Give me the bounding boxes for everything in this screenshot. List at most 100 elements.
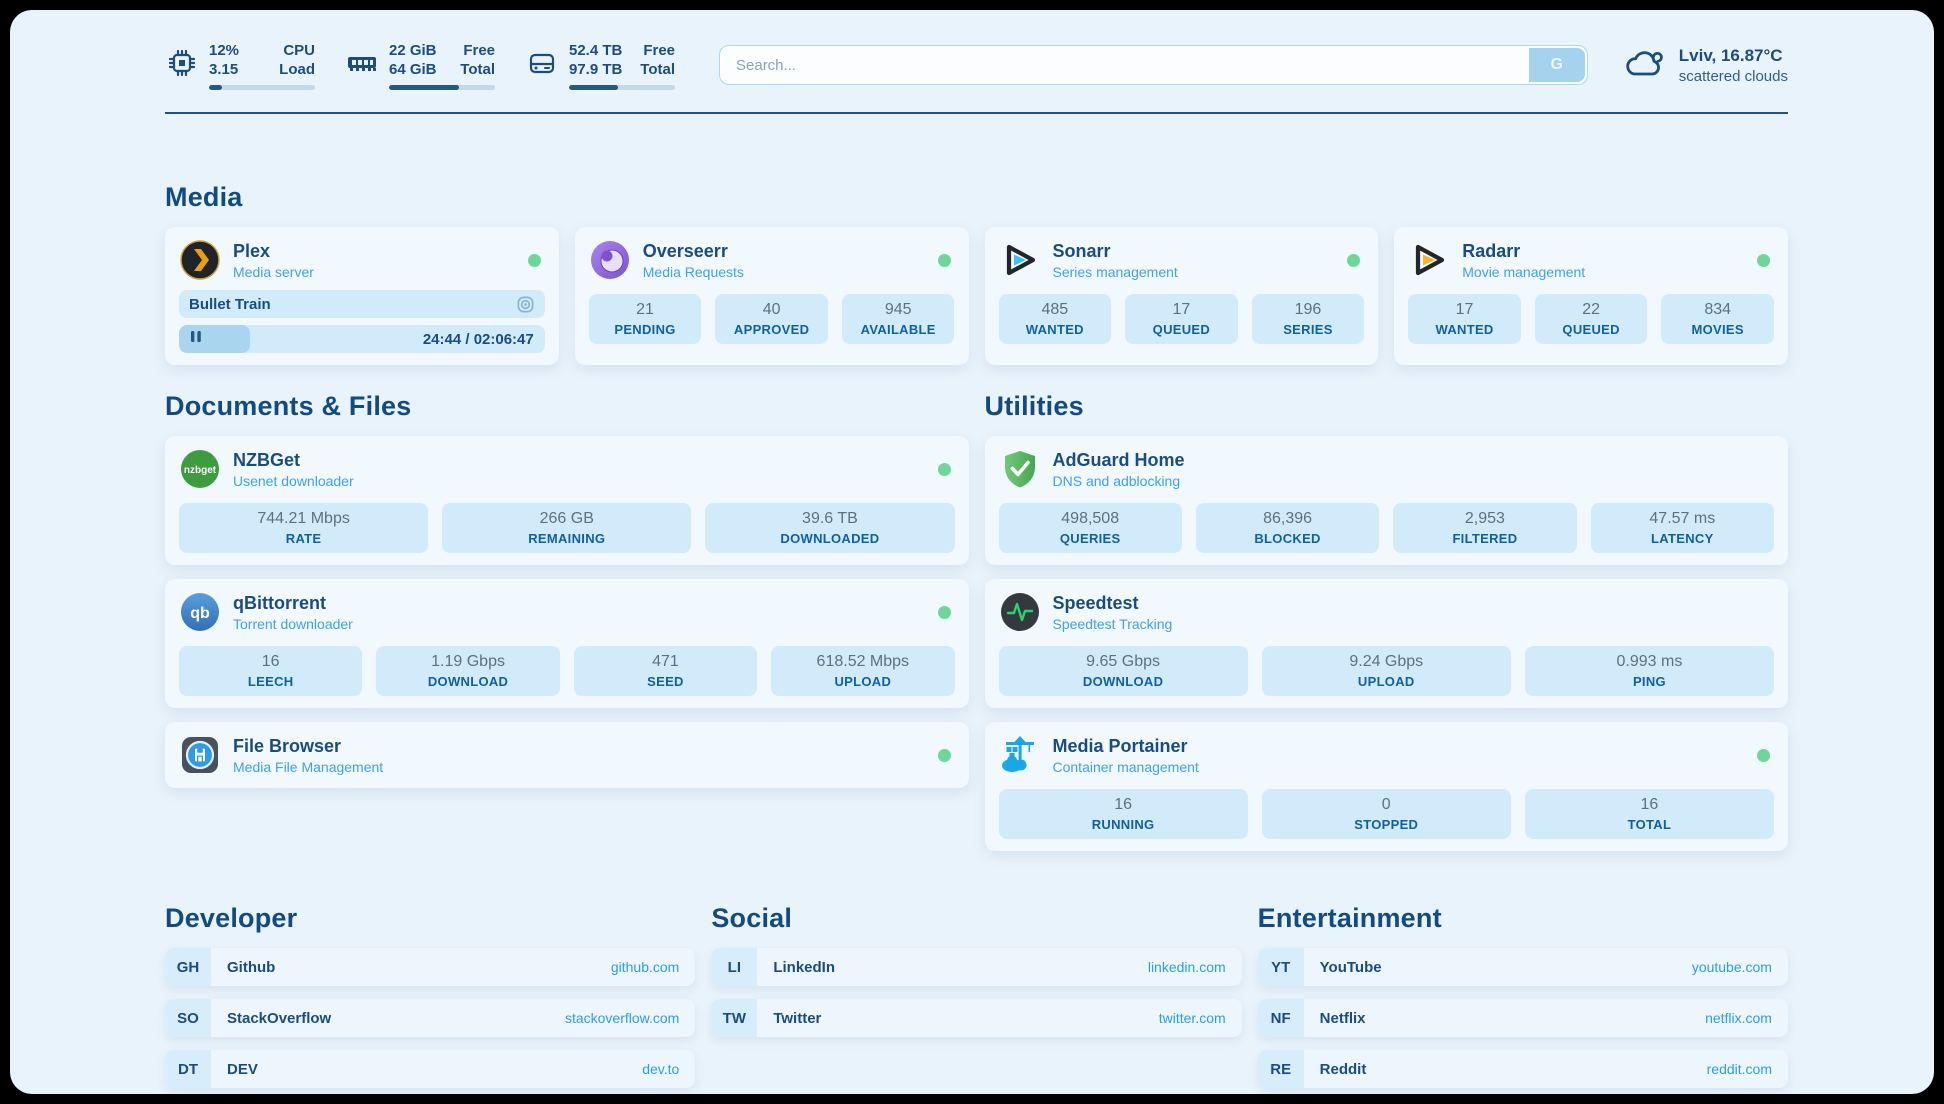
stat-stopped: 0STOPPED bbox=[1262, 789, 1511, 839]
app-subtitle: Torrent downloader bbox=[233, 615, 353, 633]
playback-time: 24:44 / 02:06:47 bbox=[423, 331, 534, 348]
status-dot bbox=[1757, 254, 1770, 267]
filebrowser-icon bbox=[179, 734, 221, 776]
pause-icon[interactable] bbox=[190, 330, 202, 348]
cloud-icon bbox=[1622, 43, 1666, 88]
stat-upload: 618.52 MbpsUPLOAD bbox=[771, 646, 954, 696]
stat-remaining: 266 GBREMAINING bbox=[442, 503, 691, 553]
adguard-card[interactable]: AdGuard Home DNS and adblocking 498,508Q… bbox=[985, 436, 1789, 565]
stat-upload: 9.24 GbpsUPLOAD bbox=[1262, 646, 1511, 696]
topbar-divider bbox=[165, 112, 1788, 114]
stat-wanted: 485WANTED bbox=[999, 294, 1112, 344]
sonarr-icon bbox=[999, 239, 1041, 281]
nzbget-card[interactable]: nzbget NZBGet Usenet downloader 744.21 M… bbox=[165, 436, 969, 565]
search-button[interactable]: G bbox=[1529, 48, 1585, 82]
status-dot bbox=[938, 606, 951, 619]
stat-queued: 22QUEUED bbox=[1535, 294, 1648, 344]
status-dot bbox=[938, 749, 951, 762]
app-subtitle: Usenet downloader bbox=[233, 472, 354, 490]
link-abbr: NF bbox=[1258, 999, 1304, 1037]
plex-card[interactable]: Plex Media server Bullet Train bbox=[165, 227, 559, 365]
app-subtitle: DNS and adblocking bbox=[1053, 472, 1185, 490]
link-reddit[interactable]: RE Reddit reddit.com bbox=[1258, 1050, 1788, 1088]
portainer-icon bbox=[999, 734, 1041, 776]
ram-widget: 22 GiBFree 64 GiBTotal bbox=[345, 41, 495, 90]
now-playing-title: Bullet Train bbox=[189, 296, 271, 313]
link-abbr: RE bbox=[1258, 1050, 1304, 1088]
stat-movies: 834MOVIES bbox=[1661, 294, 1774, 344]
link-name: StackOverflow bbox=[227, 1010, 331, 1027]
stat-approved: 40APPROVED bbox=[715, 294, 828, 344]
ram-label-bottom: Total bbox=[460, 60, 495, 79]
portainer-card[interactable]: Media Portainer Container management 16R… bbox=[985, 722, 1789, 851]
radarr-card[interactable]: Radarr Movie management 17WANTED 22QUEUE… bbox=[1394, 227, 1788, 365]
stat-latency: 47.57 msLATENCY bbox=[1591, 503, 1774, 553]
section-title-utilities: Utilities bbox=[985, 391, 1789, 422]
sonarr-card[interactable]: Sonarr Series management 485WANTED 17QUE… bbox=[985, 227, 1379, 365]
section-title-entertainment: Entertainment bbox=[1258, 903, 1788, 934]
link-abbr: DT bbox=[165, 1050, 211, 1088]
app-title: Plex bbox=[233, 240, 314, 263]
qbittorrent-icon: qb bbox=[179, 591, 221, 633]
nzbget-icon: nzbget bbox=[179, 448, 221, 490]
cpu-usage: 12% bbox=[209, 41, 239, 60]
weather-location-temp: Lviv, 16.87°C bbox=[1679, 45, 1788, 67]
section-title-developer: Developer bbox=[165, 903, 695, 934]
link-linkedin[interactable]: LI LinkedIn linkedin.com bbox=[711, 948, 1241, 986]
link-abbr: YT bbox=[1258, 948, 1304, 986]
link-youtube[interactable]: YT YouTube youtube.com bbox=[1258, 948, 1788, 986]
stat-queued: 17QUEUED bbox=[1125, 294, 1238, 344]
cpu-icon bbox=[165, 46, 199, 85]
stat-downloaded: 39.6 TBDOWNLOADED bbox=[705, 503, 954, 553]
app-title: Overseerr bbox=[643, 240, 744, 263]
status-dot bbox=[938, 463, 951, 476]
app-subtitle: Media Requests bbox=[643, 263, 744, 281]
disk-icon bbox=[525, 46, 559, 85]
speedtest-card[interactable]: Speedtest Speedtest Tracking 9.65 GbpsDO… bbox=[985, 579, 1789, 708]
cpu-widget: 12%CPU 3.15Load bbox=[165, 41, 315, 90]
disk-total: 97.9 TB bbox=[569, 60, 622, 79]
link-github[interactable]: GH Github github.com bbox=[165, 948, 695, 986]
topbar: 12%CPU 3.15Load 22 GiBFree 64 GiBTotal bbox=[165, 34, 1788, 96]
status-dot bbox=[1757, 749, 1770, 762]
overseerr-card[interactable]: Overseerr Media Requests 21PENDING 40APP… bbox=[575, 227, 969, 365]
stat-total: 16TOTAL bbox=[1525, 789, 1774, 839]
link-stackoverflow[interactable]: SO StackOverflow stackoverflow.com bbox=[165, 999, 695, 1037]
ram-total: 64 GiB bbox=[389, 60, 437, 79]
cpu-label-bottom: Load bbox=[279, 60, 315, 79]
link-dev[interactable]: DT DEV dev.to bbox=[165, 1050, 695, 1088]
filebrowser-card[interactable]: File Browser Media File Management bbox=[165, 722, 969, 788]
link-abbr: LI bbox=[711, 948, 757, 986]
link-domain: stackoverflow.com bbox=[565, 1010, 679, 1026]
svg-text:qb: qb bbox=[190, 605, 210, 622]
ram-free: 22 GiB bbox=[389, 41, 437, 60]
link-name: DEV bbox=[227, 1061, 258, 1078]
disk-progress-fill bbox=[569, 85, 618, 90]
status-dot bbox=[1347, 254, 1360, 267]
stat-leech: 16LEECH bbox=[179, 646, 362, 696]
link-name: LinkedIn bbox=[773, 959, 835, 976]
session-icon[interactable] bbox=[516, 295, 535, 314]
link-domain: linkedin.com bbox=[1148, 959, 1226, 975]
search-input[interactable] bbox=[719, 45, 1588, 85]
link-domain: github.com bbox=[611, 959, 679, 975]
section-title-social: Social bbox=[711, 903, 1241, 934]
stat-wanted: 17WANTED bbox=[1408, 294, 1521, 344]
link-name: Github bbox=[227, 959, 275, 976]
link-name: Reddit bbox=[1320, 1061, 1367, 1078]
link-twitter[interactable]: TW Twitter twitter.com bbox=[711, 999, 1241, 1037]
dashboard-frame: 12%CPU 3.15Load 22 GiBFree 64 GiBTotal bbox=[10, 10, 1934, 1094]
svg-text:nzbget: nzbget bbox=[184, 465, 217, 476]
stat-blocked: 86,396BLOCKED bbox=[1196, 503, 1379, 553]
weather-condition: scattered clouds bbox=[1679, 67, 1788, 86]
app-title: File Browser bbox=[233, 735, 383, 758]
disk-progress-track bbox=[569, 85, 675, 90]
section-entertainment: Entertainment YT YouTube youtube.com NF … bbox=[1258, 903, 1788, 1088]
link-domain: dev.to bbox=[642, 1061, 679, 1077]
playback-progress: 24:44 / 02:06:47 bbox=[179, 325, 545, 353]
system-widgets: 12%CPU 3.15Load 22 GiBFree 64 GiBTotal bbox=[165, 41, 675, 90]
link-domain: netflix.com bbox=[1705, 1010, 1772, 1026]
qbittorrent-card[interactable]: qb qBittorrent Torrent downloader 16LEEC… bbox=[165, 579, 969, 708]
link-domain: reddit.com bbox=[1707, 1061, 1772, 1077]
link-netflix[interactable]: NF Netflix netflix.com bbox=[1258, 999, 1788, 1037]
